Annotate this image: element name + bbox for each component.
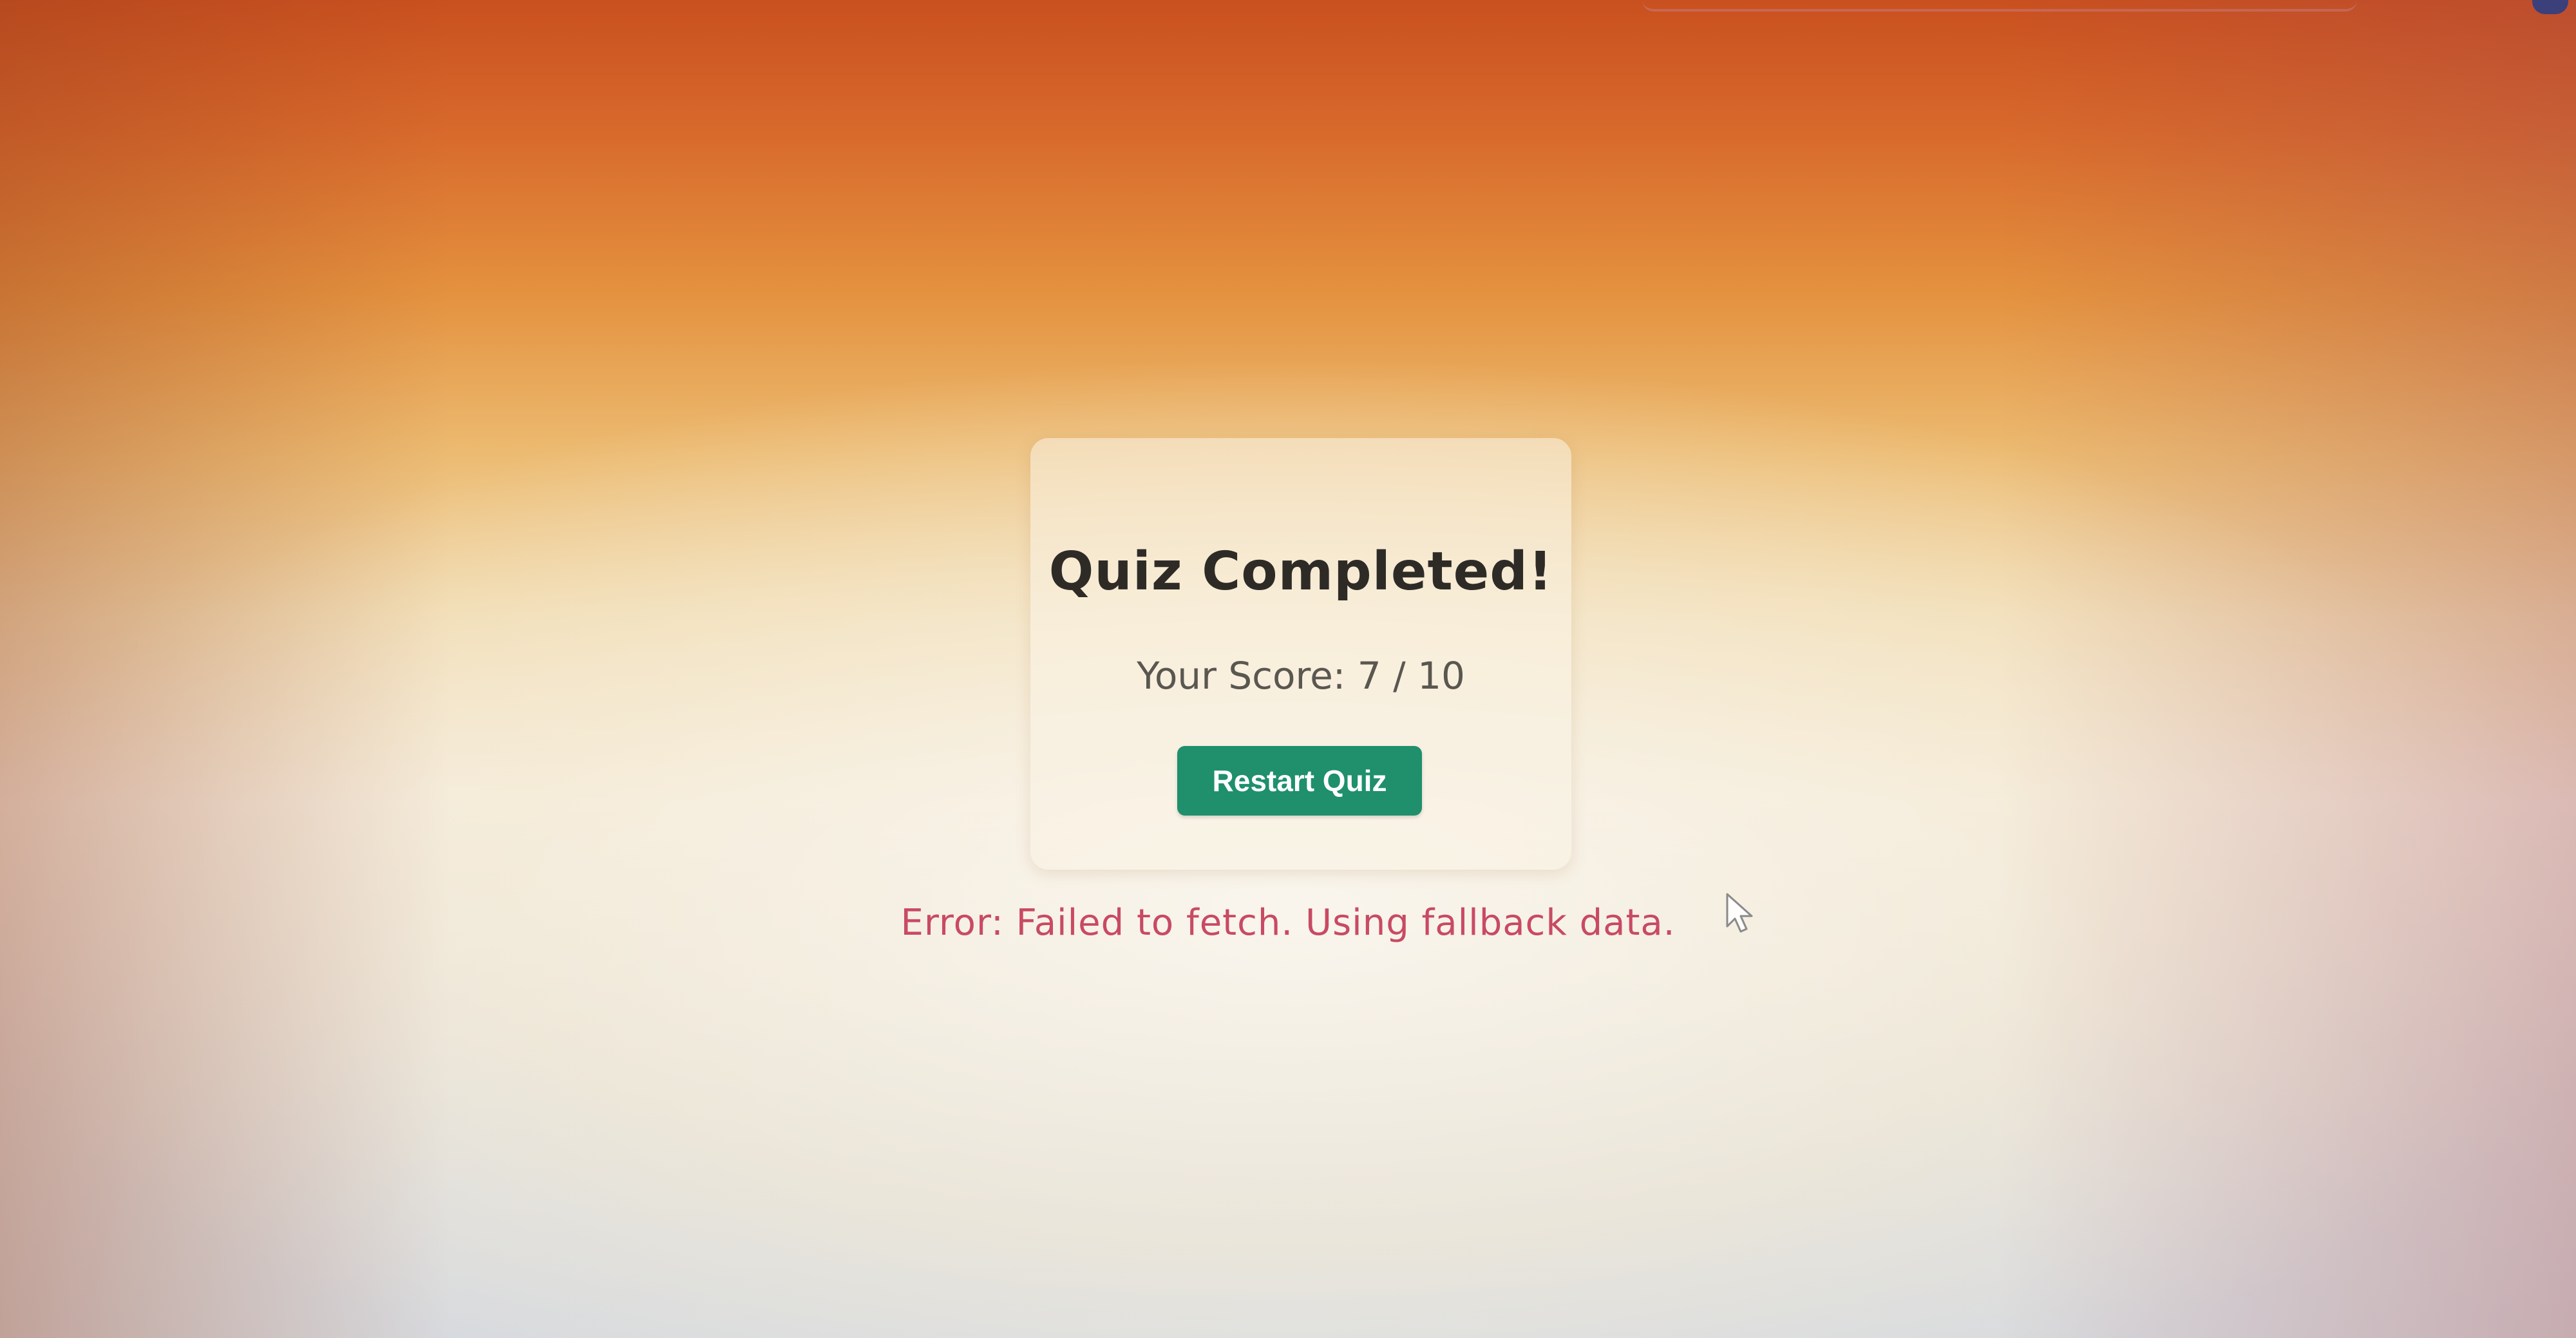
quiz-completed-title: Quiz Completed! [1048,541,1553,602]
restart-quiz-button[interactable]: Restart Quiz [1177,746,1422,816]
score-text: Your Score: 7 / 10 [1137,654,1465,698]
window-edge [1642,0,2357,12]
background-shade-left [0,0,451,1338]
quiz-result-card: Quiz Completed! Your Score: 7 / 10 Resta… [1030,438,1571,870]
background-shade-right [1996,0,2576,1338]
error-message: Error: Failed to fetch. Using fallback d… [900,902,1676,944]
mouse-pointer-icon [1726,893,1753,933]
